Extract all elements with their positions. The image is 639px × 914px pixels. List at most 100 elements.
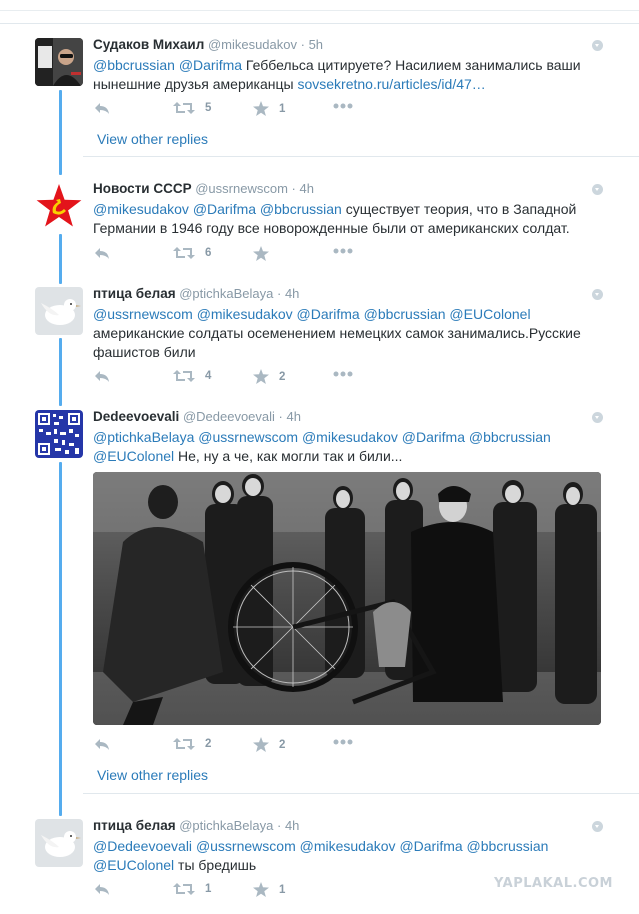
avatar[interactable] <box>35 410 83 458</box>
retweet-count: 6 <box>205 247 212 259</box>
more-dots-icon <box>333 103 353 109</box>
more-dots-icon <box>333 248 353 254</box>
more-button[interactable] <box>333 103 353 109</box>
divider <box>83 793 639 794</box>
tweet[interactable]: Dedeevoevali @Dedeevoevali · 4h @ptichka… <box>0 408 639 468</box>
mention-link[interactable]: @mikesudakov <box>197 306 293 322</box>
timestamp[interactable]: · 4h <box>277 818 299 833</box>
retweet-count: 5 <box>205 102 212 114</box>
reply-icon <box>95 103 109 114</box>
avatar[interactable] <box>35 38 83 86</box>
mention-link[interactable]: @EUColonel <box>449 306 530 322</box>
mention-link[interactable]: @mikesudakov <box>302 429 398 445</box>
retweet-count: 2 <box>205 738 212 750</box>
more-options-caret-icon[interactable] <box>592 821 603 832</box>
star-icon <box>253 369 269 384</box>
mention-link[interactable]: @mikesudakov <box>93 201 189 217</box>
retweet-icon <box>173 883 195 895</box>
favorite-button[interactable]: 1 <box>253 882 285 897</box>
mention-link[interactable]: @mikesudakov <box>300 838 396 854</box>
retweet-button[interactable]: 4 <box>173 369 211 383</box>
mention-link[interactable]: @bbcrussian <box>93 57 175 73</box>
retweet-icon <box>173 247 195 259</box>
tweet-body: Не, ну а че, как могли так и били... <box>178 448 403 464</box>
author-username[interactable]: @Dedeevoevali <box>183 409 275 424</box>
mention-link[interactable]: @ussrnewscom <box>93 306 193 322</box>
mention-link[interactable]: @Darifma <box>297 306 360 322</box>
reply-button[interactable] <box>93 737 111 751</box>
more-button[interactable] <box>333 739 353 745</box>
more-button[interactable] <box>333 248 353 254</box>
tweet-text: @Dedeevoevali @ussrnewscom @mikesudakov … <box>93 837 619 875</box>
timestamp[interactable]: · 4h <box>279 409 301 424</box>
mention-link[interactable]: @bbcrussian <box>260 201 342 217</box>
watermark: YAPLAKAL.COM <box>494 876 613 891</box>
mention-link[interactable]: @Dedeevoevali <box>93 838 192 854</box>
tweet-text: @ptichkaBelaya @ussrnewscom @mikesudakov… <box>93 428 619 466</box>
mention-link[interactable]: @Darifma <box>399 838 462 854</box>
more-dots-icon <box>333 739 353 745</box>
tweet[interactable]: птица белая @ptichkaBelaya · 4h @ussrnew… <box>0 285 639 375</box>
author-username[interactable]: @ptichkaBelaya <box>179 286 273 301</box>
favorite-count: 2 <box>279 370 286 383</box>
author-name[interactable]: Dedeevoevali <box>93 409 179 424</box>
tweet-photo[interactable] <box>93 472 601 725</box>
mention-link[interactable]: @bbcrussian <box>364 306 446 322</box>
retweet-button[interactable]: 6 <box>173 246 211 260</box>
top-divider <box>0 10 639 11</box>
retweet-button[interactable]: 1 <box>173 882 211 896</box>
divider <box>83 156 639 157</box>
author-name[interactable]: Судаков Михаил <box>93 37 204 52</box>
author-name[interactable]: птица белая <box>93 818 176 833</box>
mention-link[interactable]: @Darifma <box>179 57 242 73</box>
favorite-button[interactable] <box>253 246 269 261</box>
top-border <box>0 0 639 24</box>
favorite-button[interactable]: 2 <box>253 737 285 752</box>
more-options-caret-icon[interactable] <box>592 184 603 195</box>
author-username[interactable]: @ptichkaBelaya <box>179 818 273 833</box>
tweet-body: ты бредишь <box>178 857 257 873</box>
retweet-button[interactable]: 5 <box>173 101 211 115</box>
retweet-icon <box>173 102 195 114</box>
favorite-count: 1 <box>279 883 286 896</box>
more-button[interactable] <box>333 371 353 377</box>
author-username[interactable]: @mikesudakov <box>208 37 297 52</box>
reply-button[interactable] <box>93 101 111 115</box>
favorite-count: 1 <box>279 102 286 115</box>
author-name[interactable]: Новости СССР <box>93 181 192 196</box>
author-username[interactable]: @ussrnewscom <box>195 181 288 196</box>
more-options-caret-icon[interactable] <box>592 289 603 300</box>
favorite-button[interactable]: 1 <box>253 101 285 116</box>
mention-link[interactable]: @Darifma <box>193 201 256 217</box>
mention-link[interactable]: @ussrnewscom <box>196 838 296 854</box>
mention-link[interactable]: @bbcrussian <box>467 838 549 854</box>
mention-link[interactable]: @ptichkaBelaya <box>93 429 194 445</box>
mention-link[interactable]: @EUColonel <box>93 448 174 464</box>
retweet-button[interactable]: 2 <box>173 737 211 751</box>
more-options-caret-icon[interactable] <box>592 40 603 51</box>
favorite-count: 2 <box>279 738 286 751</box>
avatar[interactable] <box>35 287 83 335</box>
view-other-replies-link[interactable]: View other replies <box>97 767 208 783</box>
favorite-button[interactable]: 2 <box>253 369 285 384</box>
mention-link[interactable]: @EUColonel <box>93 857 174 873</box>
more-options-caret-icon[interactable] <box>592 412 603 423</box>
external-link[interactable]: sovsekretno.ru/articles/id/47… <box>297 76 485 92</box>
star-icon <box>253 882 269 897</box>
avatar[interactable] <box>35 182 83 230</box>
timestamp[interactable]: · 4h <box>292 181 314 196</box>
mention-link[interactable]: @ussrnewscom <box>198 429 298 445</box>
timestamp[interactable]: · 5h <box>301 37 323 52</box>
timestamp[interactable]: · 4h <box>277 286 299 301</box>
retweet-count: 1 <box>205 883 212 895</box>
reply-button[interactable] <box>93 882 111 896</box>
reply-button[interactable] <box>93 246 111 260</box>
avatar[interactable] <box>35 819 83 867</box>
view-other-replies-link[interactable]: View other replies <box>97 131 208 147</box>
mention-link[interactable]: @Darifma <box>402 429 465 445</box>
reply-button[interactable] <box>93 369 111 383</box>
author-name[interactable]: птица белая <box>93 286 176 301</box>
mention-link[interactable]: @bbcrussian <box>469 429 551 445</box>
retweet-count: 4 <box>205 370 212 382</box>
reply-icon <box>95 884 109 895</box>
